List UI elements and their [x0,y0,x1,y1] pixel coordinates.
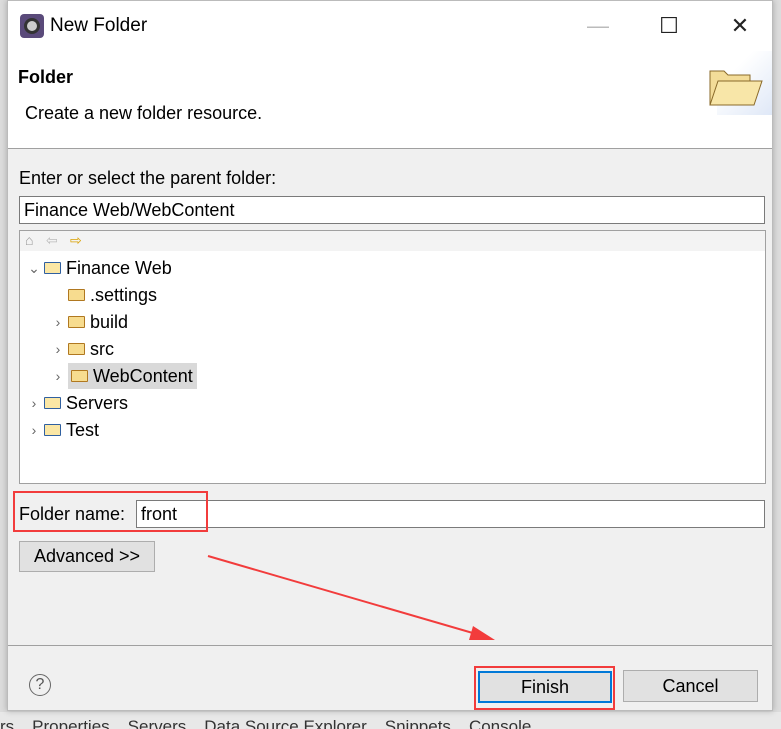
chevron-down-icon[interactable]: ⌄ [24,255,44,281]
tree-item-label: .settings [90,285,158,305]
folder-tree[interactable]: ⌂ ⇦ ⇨ ⌄ Finance Web .settings › build › src… [19,230,766,484]
tree-item-label: src [90,339,114,359]
tree-item-label: Servers [66,393,129,413]
title-bar: New Folder — ☐ ✕ [8,1,772,51]
home-icon[interactable]: ⌂ [25,232,33,248]
tree-item-settings[interactable]: .settings [48,282,157,308]
folder-icon [68,343,85,355]
parent-folder-label: Enter or select the parent folder: [19,168,277,188]
folder-name-input[interactable]: front [136,500,765,528]
close-button[interactable]: ✕ [717,9,763,43]
back-icon[interactable]: ⇦ [46,232,58,249]
tree-item-webcontent[interactable]: › WebContent [48,363,197,389]
tree-item-finance-web[interactable]: ⌄ Finance Web [24,255,172,281]
folder-icon [71,370,88,382]
bg-tab: rs [0,717,15,729]
chevron-right-icon[interactable]: › [48,336,68,362]
tree-item-label: Finance Web [66,258,172,278]
project-icon [44,262,61,274]
cancel-button[interactable]: Cancel [623,670,758,702]
wizard-title: Folder [18,67,74,87]
bg-tab: Snippets [384,717,451,729]
folder-icon [68,316,85,328]
folder-icon [709,70,763,106]
bg-tab: Servers [127,717,187,729]
window-title: New Folder [50,15,148,36]
help-icon[interactable]: ? [29,674,51,696]
button-bar-separator [8,645,772,646]
wizard-description: Create a new folder resource. [25,103,263,123]
chevron-right-icon[interactable]: › [24,417,44,443]
tree-item-label: WebContent [93,366,193,386]
chevron-right-icon[interactable]: › [48,363,68,389]
annotation-box-finish [474,666,615,710]
maximize-button[interactable]: ☐ [646,9,692,43]
tree-item-label: Test [66,420,100,440]
tree-item-test[interactable]: › Test [24,417,99,443]
new-folder-dialog: New Folder — ☐ ✕ Folder Create a new fol… [7,0,773,711]
tree-item-src[interactable]: › src [48,336,114,362]
project-icon [44,424,61,436]
annotation-box-folder-name [13,491,208,532]
forward-icon[interactable]: ⇨ [70,232,82,249]
wizard-header: Folder Create a new folder resource. [8,51,772,149]
tree-item-build[interactable]: › build [48,309,128,335]
chevron-right-icon[interactable]: › [24,390,44,416]
eclipse-icon [20,14,44,38]
chevron-right-icon[interactable]: › [48,309,68,335]
tree-nav-bar: ⌂ ⇦ ⇨ [20,231,765,251]
bg-tab: Console [468,717,532,729]
advanced-button[interactable]: Advanced >> [19,541,155,572]
minimize-button[interactable]: — [575,9,621,43]
tree-item-label: build [90,312,129,332]
folder-icon [68,289,85,301]
background-view-tabs: rs Properties Servers Data Source Explorer S… [0,712,781,729]
bg-tab: Data Source Explorer [204,717,367,729]
parent-folder-input[interactable]: Finance Web/WebContent [19,196,765,224]
bg-tab: Properties [32,717,110,729]
annotation-arrow [207,555,495,640]
project-icon [44,397,61,409]
tree-item-servers[interactable]: › Servers [24,390,128,416]
